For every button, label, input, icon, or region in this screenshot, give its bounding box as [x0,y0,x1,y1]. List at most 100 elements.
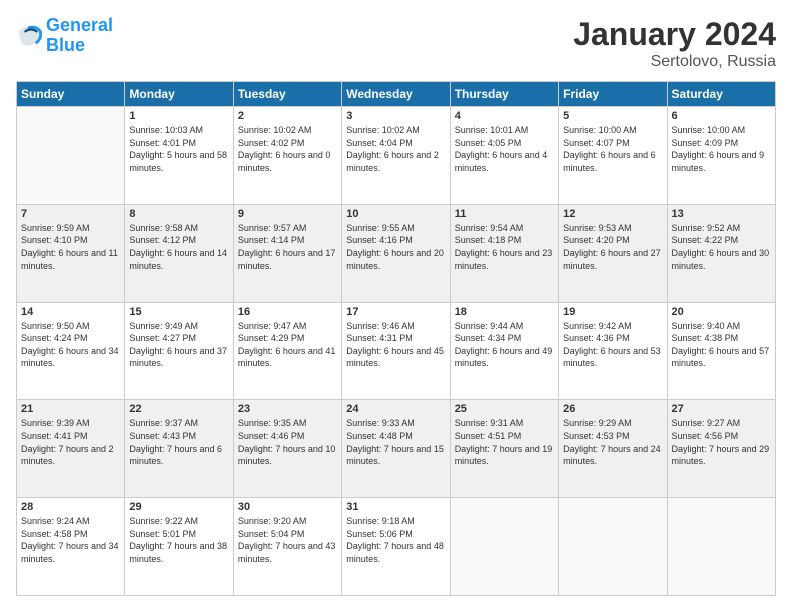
day-info: Sunrise: 9:57 AMSunset: 4:14 PMDaylight:… [238,222,337,272]
col-friday: Friday [559,82,667,107]
day-number: 16 [238,306,337,318]
calendar-day-cell: 14 Sunrise: 9:50 AMSunset: 4:24 PMDayligh… [17,302,125,400]
calendar-day-cell: 25 Sunrise: 9:31 AMSunset: 4:51 PMDayligh… [450,400,558,498]
day-number: 11 [455,208,554,220]
calendar-header-row: Sunday Monday Tuesday Wednesday Thursday… [17,82,776,107]
calendar-day-cell: 16 Sunrise: 9:47 AMSunset: 4:29 PMDayligh… [233,302,341,400]
day-number: 5 [563,110,662,122]
day-info: Sunrise: 9:37 AMSunset: 4:43 PMDaylight:… [129,417,228,467]
day-info: Sunrise: 9:55 AMSunset: 4:16 PMDaylight:… [346,222,445,272]
day-number: 28 [21,501,120,513]
calendar-week-row: 14 Sunrise: 9:50 AMSunset: 4:24 PMDayligh… [17,302,776,400]
day-info: Sunrise: 9:44 AMSunset: 4:34 PMDaylight:… [455,320,554,370]
calendar-day-cell: 13 Sunrise: 9:52 AMSunset: 4:22 PMDayligh… [667,204,775,302]
calendar-day-cell: 22 Sunrise: 9:37 AMSunset: 4:43 PMDayligh… [125,400,233,498]
calendar-week-row: 21Sunrise: 9:39 AMSunset: 4:41 PMDayligh… [17,400,776,498]
col-monday: Monday [125,82,233,107]
calendar-day-cell: 7 Sunrise: 9:59 AMSunset: 4:10 PMDaylight… [17,204,125,302]
day-number: 27 [672,403,771,415]
day-info: Sunrise: 10:02 AMSunset: 4:04 PMDaylight… [346,124,445,174]
calendar-day-cell: 1 Sunrise: 10:03 AMSunset: 4:01 PMDayligh… [125,107,233,205]
day-info: Sunrise: 9:50 AMSunset: 4:24 PMDaylight:… [21,320,120,370]
calendar-table: Sunday Monday Tuesday Wednesday Thursday… [16,81,776,596]
logo-line1: General [46,15,113,35]
day-info: Sunrise: 9:27 AMSunset: 4:56 PMDaylight:… [672,417,771,467]
day-info: Sunrise: 9:49 AMSunset: 4:27 PMDaylight:… [129,320,228,370]
day-number: 24 [346,403,445,415]
day-info: Sunrise: 9:39 AMSunset: 4:41 PMDaylight:… [21,417,120,467]
day-info: Sunrise: 10:00 AMSunset: 4:09 PMDaylight… [672,124,771,174]
day-info: Sunrise: 9:54 AMSunset: 4:18 PMDaylight:… [455,222,554,272]
day-number: 6 [672,110,771,122]
day-info: Sunrise: 9:29 AMSunset: 4:53 PMDaylight:… [563,417,662,467]
day-number: 25 [455,403,554,415]
calendar-day-cell: 29 Sunrise: 9:22 AMSunset: 5:01 PMDayligh… [125,498,233,596]
day-info: Sunrise: 9:42 AMSunset: 4:36 PMDaylight:… [563,320,662,370]
day-number: 18 [455,306,554,318]
calendar-day-cell [667,498,775,596]
calendar-day-cell: 15Sunrise: 9:49 AMSunset: 4:27 PMDayligh… [125,302,233,400]
calendar-day-cell: 21Sunrise: 9:39 AMSunset: 4:41 PMDayligh… [17,400,125,498]
calendar-day-cell: 18 Sunrise: 9:44 AMSunset: 4:34 PMDayligh… [450,302,558,400]
calendar-day-cell: 26 Sunrise: 9:29 AMSunset: 4:53 PMDayligh… [559,400,667,498]
calendar-day-cell: 19 Sunrise: 9:42 AMSunset: 4:36 PMDayligh… [559,302,667,400]
day-number: 13 [672,208,771,220]
logo: General Blue [16,16,113,56]
day-number: 12 [563,208,662,220]
day-number: 26 [563,403,662,415]
day-info: Sunrise: 10:02 AMSunset: 4:02 PMDaylight… [238,124,337,174]
day-number: 30 [238,501,337,513]
logo-icon [16,22,44,50]
calendar-day-cell: 23 Sunrise: 9:35 AMSunset: 4:46 PMDayligh… [233,400,341,498]
calendar-week-row: 28 Sunrise: 9:24 AMSunset: 4:58 PMDayligh… [17,498,776,596]
calendar-day-cell: 30Sunrise: 9:20 AMSunset: 5:04 PMDayligh… [233,498,341,596]
day-info: Sunrise: 9:24 AMSunset: 4:58 PMDaylight:… [21,515,120,565]
day-number: 20 [672,306,771,318]
day-info: Sunrise: 10:01 AMSunset: 4:05 PMDaylight… [455,124,554,174]
day-info: Sunrise: 9:47 AMSunset: 4:29 PMDaylight:… [238,320,337,370]
day-number: 23 [238,403,337,415]
calendar-day-cell: 20Sunrise: 9:40 AMSunset: 4:38 PMDayligh… [667,302,775,400]
calendar-day-cell: 5Sunrise: 10:00 AMSunset: 4:07 PMDayligh… [559,107,667,205]
header: General Blue January 2024 Sertolovo, Rus… [16,16,776,71]
calendar-day-cell: 27 Sunrise: 9:27 AMSunset: 4:56 PMDayligh… [667,400,775,498]
day-info: Sunrise: 10:03 AMSunset: 4:01 PMDaylight… [129,124,228,174]
day-info: Sunrise: 9:59 AMSunset: 4:10 PMDaylight:… [21,222,120,272]
calendar-day-cell: 10Sunrise: 9:55 AMSunset: 4:16 PMDayligh… [342,204,450,302]
day-info: Sunrise: 9:52 AMSunset: 4:22 PMDaylight:… [672,222,771,272]
logo-text: General Blue [46,16,113,56]
day-number: 4 [455,110,554,122]
calendar-day-cell: 3Sunrise: 10:02 AMSunset: 4:04 PMDayligh… [342,107,450,205]
day-number: 22 [129,403,228,415]
day-info: Sunrise: 9:46 AMSunset: 4:31 PMDaylight:… [346,320,445,370]
day-number: 7 [21,208,120,220]
col-tuesday: Tuesday [233,82,341,107]
col-sunday: Sunday [17,82,125,107]
day-info: Sunrise: 9:53 AMSunset: 4:20 PMDaylight:… [563,222,662,272]
calendar-day-cell: 9Sunrise: 9:57 AMSunset: 4:14 PMDaylight… [233,204,341,302]
title-block: January 2024 Sertolovo, Russia [573,16,776,71]
calendar-day-cell: 11 Sunrise: 9:54 AMSunset: 4:18 PMDayligh… [450,204,558,302]
col-thursday: Thursday [450,82,558,107]
day-number: 19 [563,306,662,318]
day-info: Sunrise: 9:22 AMSunset: 5:01 PMDaylight:… [129,515,228,565]
day-number: 2 [238,110,337,122]
day-number: 14 [21,306,120,318]
day-info: Sunrise: 9:33 AMSunset: 4:48 PMDaylight:… [346,417,445,467]
calendar-week-row: 7 Sunrise: 9:59 AMSunset: 4:10 PMDaylight… [17,204,776,302]
logo-line2: Blue [46,35,85,55]
calendar-day-cell [450,498,558,596]
calendar-day-cell [17,107,125,205]
calendar-day-cell: 12 Sunrise: 9:53 AMSunset: 4:20 PMDayligh… [559,204,667,302]
col-wednesday: Wednesday [342,82,450,107]
calendar-week-row: 1 Sunrise: 10:03 AMSunset: 4:01 PMDayligh… [17,107,776,205]
day-info: Sunrise: 9:35 AMSunset: 4:46 PMDaylight:… [238,417,337,467]
calendar-day-cell: 4 Sunrise: 10:01 AMSunset: 4:05 PMDayligh… [450,107,558,205]
page: General Blue January 2024 Sertolovo, Rus… [0,0,792,612]
day-info: Sunrise: 9:31 AMSunset: 4:51 PMDaylight:… [455,417,554,467]
calendar-subtitle: Sertolovo, Russia [573,53,776,71]
day-number: 29 [129,501,228,513]
calendar-title: January 2024 [573,16,776,53]
day-number: 1 [129,110,228,122]
day-info: Sunrise: 9:18 AMSunset: 5:06 PMDaylight:… [346,515,445,565]
